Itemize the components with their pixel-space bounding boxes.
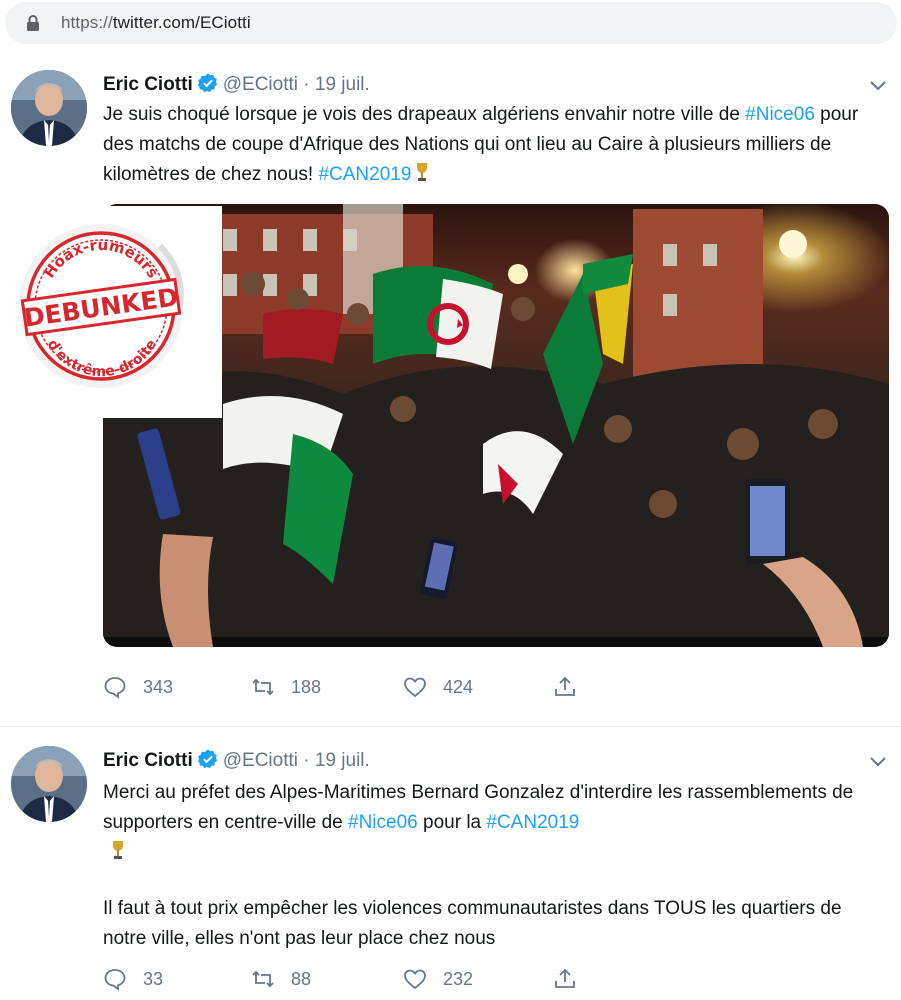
address-bar[interactable]: https://twitter.com/ECiotti (5, 2, 897, 44)
share-icon (555, 968, 575, 988)
tweet-divider (0, 726, 901, 727)
author-handle[interactable]: @ECiotti (223, 750, 298, 771)
avatar[interactable] (11, 70, 87, 146)
like-count: 232 (443, 968, 474, 989)
tweet-header: Eric Ciotti @ECiotti · 19 juil. (103, 72, 370, 96)
hashtag-link[interactable]: #Nice06 (348, 812, 418, 833)
tweet-text-paragraph: Il faut à tout prix empêcher les violenc… (103, 898, 842, 949)
separator-dot: · (303, 74, 310, 95)
like-icon (404, 969, 426, 990)
author-handle[interactable]: @ECiotti (223, 74, 298, 95)
tweet-text: Je suis choqué lorsque je vois des drape… (103, 104, 859, 185)
reply-button[interactable]: 343 (103, 675, 173, 699)
chevron-down-icon[interactable] (869, 753, 887, 771)
avatar[interactable] (11, 746, 87, 822)
retweet-icon (252, 970, 274, 988)
reply-count: 343 (143, 676, 174, 697)
hashtag-link[interactable]: #CAN2019 (318, 164, 411, 185)
lock-icon (27, 15, 39, 31)
verified-badge-icon (197, 749, 217, 769)
separator-dot: · (303, 750, 310, 771)
trophy-icon (417, 163, 428, 181)
reply-button[interactable]: 33 (103, 967, 163, 991)
tweet-header: Eric Ciotti @ECiotti · 19 juil. (103, 748, 370, 772)
hashtag-link[interactable]: #CAN2019 (486, 812, 579, 833)
author-name[interactable]: Eric Ciotti (103, 750, 193, 771)
retweet-button[interactable]: 88 (251, 967, 311, 991)
like-icon (404, 677, 426, 698)
tweet-text: Merci au préfet des Alpes-Maritimes Bern… (103, 778, 883, 868)
debunked-sticker: Hoax-rumeurs DEBUNKED d'extrême-droite (0, 206, 222, 418)
tweet-date[interactable]: 19 juil. (315, 74, 370, 95)
reply-icon (104, 969, 126, 991)
share-button[interactable] (553, 675, 593, 699)
chevron-down-icon[interactable] (869, 77, 887, 95)
url-text: https://twitter.com/ECiotti (61, 13, 251, 32)
share-icon (555, 676, 575, 696)
retweet-count: 188 (291, 676, 322, 697)
tweet-date[interactable]: 19 juil. (315, 750, 370, 771)
retweet-count: 88 (291, 968, 312, 989)
trophy-icon (113, 841, 123, 859)
hashtag-link[interactable]: #Nice06 (745, 104, 815, 125)
retweet-icon (252, 678, 274, 696)
reply-count: 33 (143, 968, 164, 989)
share-button[interactable] (553, 967, 593, 991)
author-name[interactable]: Eric Ciotti (103, 74, 193, 95)
retweet-button[interactable]: 188 (251, 675, 321, 699)
reply-icon (104, 677, 126, 699)
like-button[interactable]: 424 (403, 675, 473, 699)
like-button[interactable]: 232 (403, 967, 473, 991)
like-count: 424 (443, 676, 474, 697)
verified-badge-icon (197, 73, 217, 93)
